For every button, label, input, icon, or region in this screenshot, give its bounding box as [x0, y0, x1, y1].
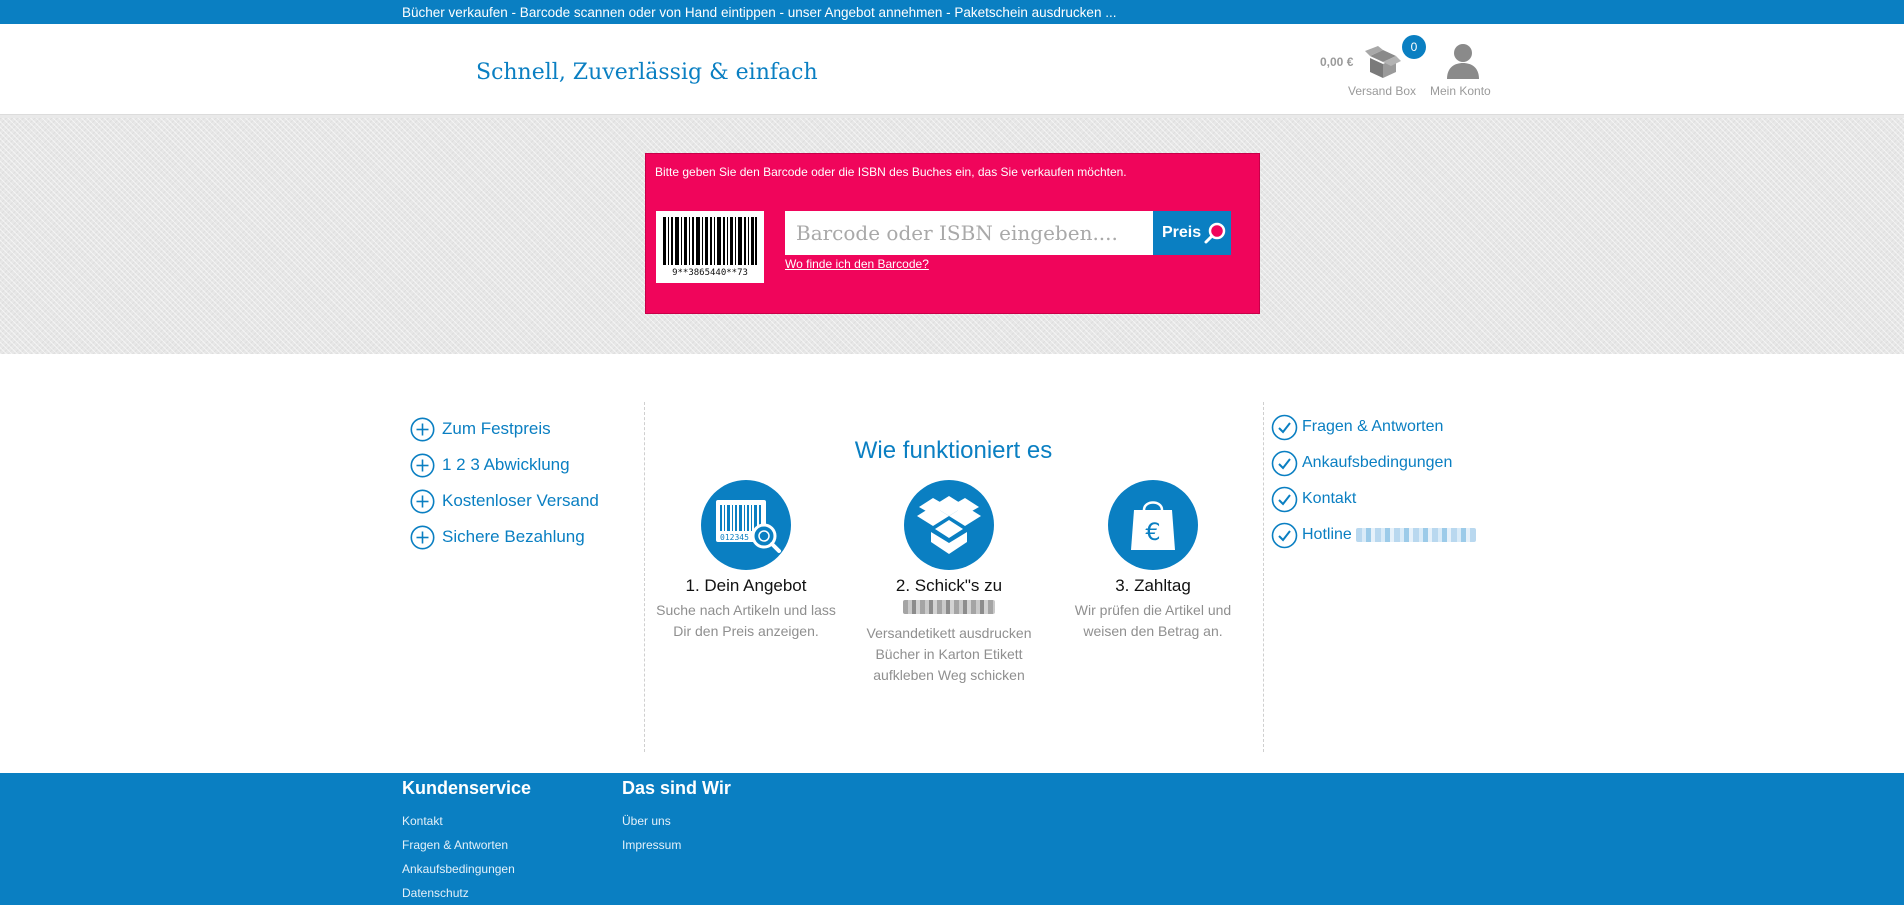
step-icon-circle [904, 480, 994, 570]
svg-text:€: € [1145, 518, 1160, 546]
footer-column-ueber: Das sind Wir Über uns Impressum [622, 778, 731, 857]
feature-label: Kostenloser Versand [442, 491, 599, 510]
magnifier-icon [1204, 222, 1226, 244]
step-icon-circle: € [1108, 480, 1198, 570]
barcode-search-icon: 012345 [716, 500, 781, 553]
column-divider [1263, 402, 1264, 752]
how-it-works-title: Wie funktioniert es [854, 437, 1053, 464]
feature-list: Zum Festpreis 1 2 3 Abwicklung Kostenlos… [410, 411, 599, 555]
check-circle-icon [1271, 522, 1298, 548]
plus-circle-icon [410, 417, 435, 441]
info-label: Ankaufsbedingungen [1302, 454, 1453, 471]
step-text: Versandetikett ausdrucken Bücher in Kart… [866, 625, 1032, 683]
footer-link-impressum[interactable]: Impressum [622, 833, 731, 857]
plus-circle-icon [410, 489, 435, 513]
feature-label: Sichere Bezahlung [442, 527, 585, 546]
search-panel: Bitte geben Sie den Barcode oder die ISB… [645, 153, 1260, 314]
info-label: Hotline [1302, 526, 1352, 543]
feature-label: 1 2 3 Abwicklung [442, 455, 570, 474]
feature-item-festpreis[interactable]: Zum Festpreis [410, 411, 599, 447]
search-hint: Bitte geben Sie den Barcode oder die ISB… [655, 165, 1127, 179]
step-text: Wir prüfen die Artikel und weisen den Be… [1074, 602, 1232, 639]
account-label: Mein Konto [1430, 84, 1491, 98]
price-button-label: Preis [1162, 224, 1202, 241]
redacted-brand-name [903, 600, 995, 614]
footer-link-ueber-uns[interactable]: Über uns [622, 809, 731, 833]
info-item-kontakt[interactable]: Kontakt [1271, 481, 1476, 517]
step-title: 2. Schick"s zu [895, 576, 1003, 595]
open-box-icon [917, 496, 981, 554]
footer-heading: Das sind Wir [622, 778, 731, 798]
feature-label: Zum Festpreis [442, 419, 551, 438]
cart-count-badge: 0 [1402, 35, 1426, 59]
step-send: 2. Schick"s zu Versandetikett ausdrucken… [849, 480, 1049, 686]
barcode-help-link[interactable]: Wo finde ich den Barcode? [785, 257, 929, 271]
site-header [0, 24, 1904, 114]
plus-circle-icon [410, 525, 435, 549]
step-title: 1. Dein Angebot [685, 576, 807, 595]
check-circle-icon [1271, 450, 1298, 476]
euro-bag-icon: € [1131, 501, 1175, 550]
info-label: Fragen & Antworten [1302, 418, 1444, 435]
step-icon-circle: 012345 [701, 480, 791, 570]
site-footer: Kundenservice Kontakt Fragen & Antworten… [0, 773, 1904, 905]
info-item-faq[interactable]: Fragen & Antworten [1271, 409, 1476, 445]
feature-item-bezahlung[interactable]: Sichere Bezahlung [410, 519, 599, 555]
site-tagline: Schnell, Zuverlässig & einfach [476, 60, 818, 85]
top-info-bar: Bücher verkaufen - Barcode scannen oder … [0, 0, 1904, 24]
plus-circle-icon [410, 453, 435, 477]
barcode-icon [663, 217, 757, 265]
price-search-button[interactable]: Preis [1153, 211, 1231, 255]
versand-box-button[interactable]: 0 Versand Box [1346, 35, 1426, 100]
isbn-search-input[interactable] [785, 211, 1153, 255]
feature-item-versand[interactable]: Kostenloser Versand [410, 483, 599, 519]
shipping-box-icon [1365, 46, 1401, 78]
barcode-icon-digits: 012345 [720, 533, 749, 542]
versand-box-label: Versand Box [1348, 84, 1417, 98]
info-item-ankaufsbedingungen[interactable]: Ankaufsbedingungen [1271, 445, 1476, 481]
step-offer: 012345 1. Dein Angebot Suche nach Artike… [646, 480, 846, 642]
check-circle-icon [1271, 486, 1298, 512]
info-label: Kontakt [1302, 490, 1357, 507]
footer-link-ankaufsbedingungen[interactable]: Ankaufsbedingungen [402, 857, 531, 881]
step-text: Suche nach Artikeln und lass Dir den Pre… [656, 602, 836, 639]
footer-link-kontakt[interactable]: Kontakt [402, 809, 531, 833]
step-title: 3. Zahltag [1115, 576, 1191, 595]
step-payday: € 3. Zahltag Wir prüfen die Artikel und … [1053, 480, 1253, 642]
barcode-example: 9**3865440**73 [656, 211, 764, 283]
user-icon [1447, 44, 1479, 79]
check-circle-icon [1271, 414, 1298, 440]
info-list: Fragen & Antworten Ankaufsbedingungen Ko… [1271, 409, 1476, 553]
footer-link-faq[interactable]: Fragen & Antworten [402, 833, 531, 857]
feature-item-abwicklung[interactable]: 1 2 3 Abwicklung [410, 447, 599, 483]
footer-link-datenschutz[interactable]: Datenschutz [402, 881, 531, 905]
top-info-text: Bücher verkaufen - Barcode scannen oder … [402, 5, 1117, 20]
account-button[interactable]: Mein Konto [1430, 40, 1496, 100]
footer-heading: Kundenservice [402, 778, 532, 798]
redacted-phone-number [1355, 528, 1476, 542]
footer-column-kundenservice: Kundenservice Kontakt Fragen & Antworten… [402, 778, 531, 905]
barcode-number: 9**3865440**73 [672, 268, 748, 278]
info-item-hotline[interactable]: Hotline [1271, 517, 1476, 553]
